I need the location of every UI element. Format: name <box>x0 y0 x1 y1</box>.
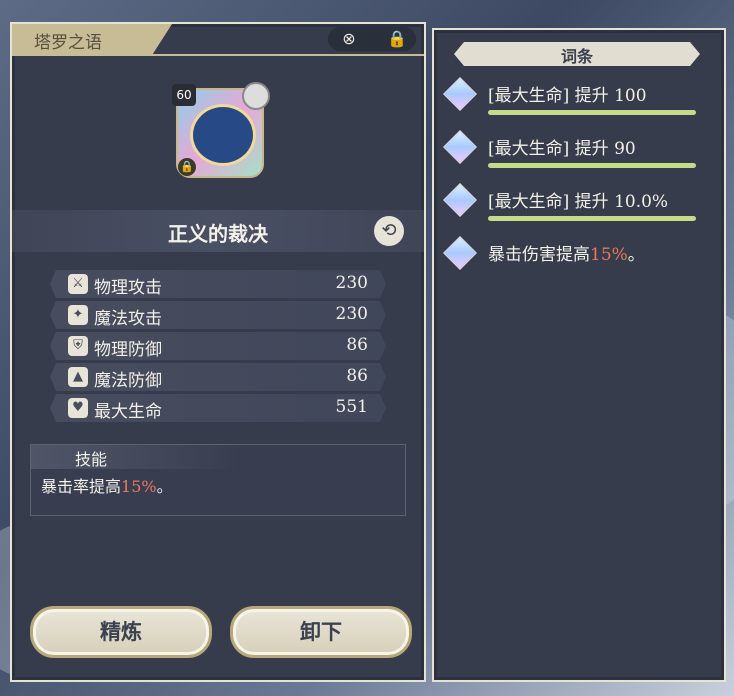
header-icon-group: ⊗ 🔒 <box>328 27 416 51</box>
skill-desc-highlight: 15% <box>121 477 157 496</box>
affix-text: [最大生命] 提升 90 <box>488 139 636 159</box>
affix-bar <box>488 110 696 115</box>
stat-row: ✦ 魔法攻击 230 <box>50 301 386 329</box>
stat-label: 魔法攻击 <box>94 309 162 329</box>
stat-row: ⚔ 物理攻击 230 <box>50 270 386 298</box>
panel-title: 塔罗之语 <box>34 33 102 53</box>
affix-header: 词条 <box>454 42 700 66</box>
gem-icon <box>443 77 477 111</box>
stat-label: 魔法防御 <box>94 371 162 391</box>
stat-value: 86 <box>346 366 368 386</box>
stat-label: 物理防御 <box>94 340 162 360</box>
equipment-detail-panel: 塔罗之语 ⊗ 🔒 60 🔒 正义的裁决 ⟲ ⚔ 物理攻击 230 ✦ 魔法攻击 … <box>10 22 426 682</box>
hat-icon: ▲ <box>68 367 88 387</box>
affix-title: 词条 <box>560 47 593 66</box>
heart-icon: ♥ <box>68 398 88 418</box>
affix-panel: 词条 [最大生命] 提升 100 [最大生命] 提升 90 [最大生命] 提升 … <box>432 28 726 682</box>
stat-value: 551 <box>335 397 368 417</box>
gem-icon <box>443 183 477 217</box>
swap-icon[interactable]: ⟲ <box>374 216 404 246</box>
card-level-badge: 60 <box>172 84 196 106</box>
skill-box: 技能 暴击率提高15%。 <box>30 444 406 516</box>
affix-text: [最大生命] 提升 10.0% <box>488 192 669 212</box>
affix-bar <box>488 163 696 168</box>
skill-desc-text: 暴击率提高 <box>41 477 122 496</box>
stat-value: 230 <box>335 273 368 293</box>
unequip-button[interactable]: 卸下 <box>230 606 412 658</box>
stat-label: 物理攻击 <box>94 278 162 298</box>
owner-avatar <box>242 82 270 110</box>
stat-row: ▲ 魔法防御 86 <box>50 363 386 391</box>
skill-desc-suffix: 。 <box>156 477 173 496</box>
affix-special-text: 暴击伤害提高15%。 <box>488 240 645 265</box>
refine-button[interactable]: 精炼 <box>30 606 212 658</box>
gem-icon <box>443 236 477 270</box>
discard-icon[interactable]: ⊗ <box>338 28 360 50</box>
stat-value: 230 <box>335 304 368 324</box>
skill-header <box>31 445 241 469</box>
shield-icon: ⛨ <box>68 336 88 356</box>
affix-special-highlight: 15% <box>590 245 628 265</box>
card-lock-icon: 🔒 <box>178 158 196 176</box>
stat-row: ⛨ 物理防御 86 <box>50 332 386 360</box>
stat-value: 86 <box>346 335 368 355</box>
skill-title: 技能 <box>75 450 108 469</box>
stat-label: 最大生命 <box>94 402 162 422</box>
stat-row: ♥ 最大生命 551 <box>50 394 386 422</box>
card-name-bar: 正义的裁决 ⟲ <box>12 210 424 252</box>
lock-icon[interactable]: 🔒 <box>386 28 408 50</box>
affix-text: [最大生命] 提升 100 <box>488 86 647 106</box>
gem-icon <box>443 130 477 164</box>
wand-icon: ✦ <box>68 305 88 325</box>
affix-special-suffix: 。 <box>627 245 645 265</box>
justice-scales-emblem <box>190 104 256 166</box>
sword-icon: ⚔ <box>68 274 88 294</box>
affix-special-prefix: 暴击伤害提高 <box>488 245 590 265</box>
affix-bar <box>488 216 696 221</box>
card-artwork[interactable]: 60 🔒 <box>172 82 270 178</box>
skill-description: 暴击率提高15%。 <box>41 473 173 497</box>
stats-list: ⚔ 物理攻击 230 ✦ 魔法攻击 230 ⛨ 物理防御 86 ▲ 魔法防御 8… <box>50 270 386 425</box>
card-name: 正义的裁决 <box>168 222 268 246</box>
